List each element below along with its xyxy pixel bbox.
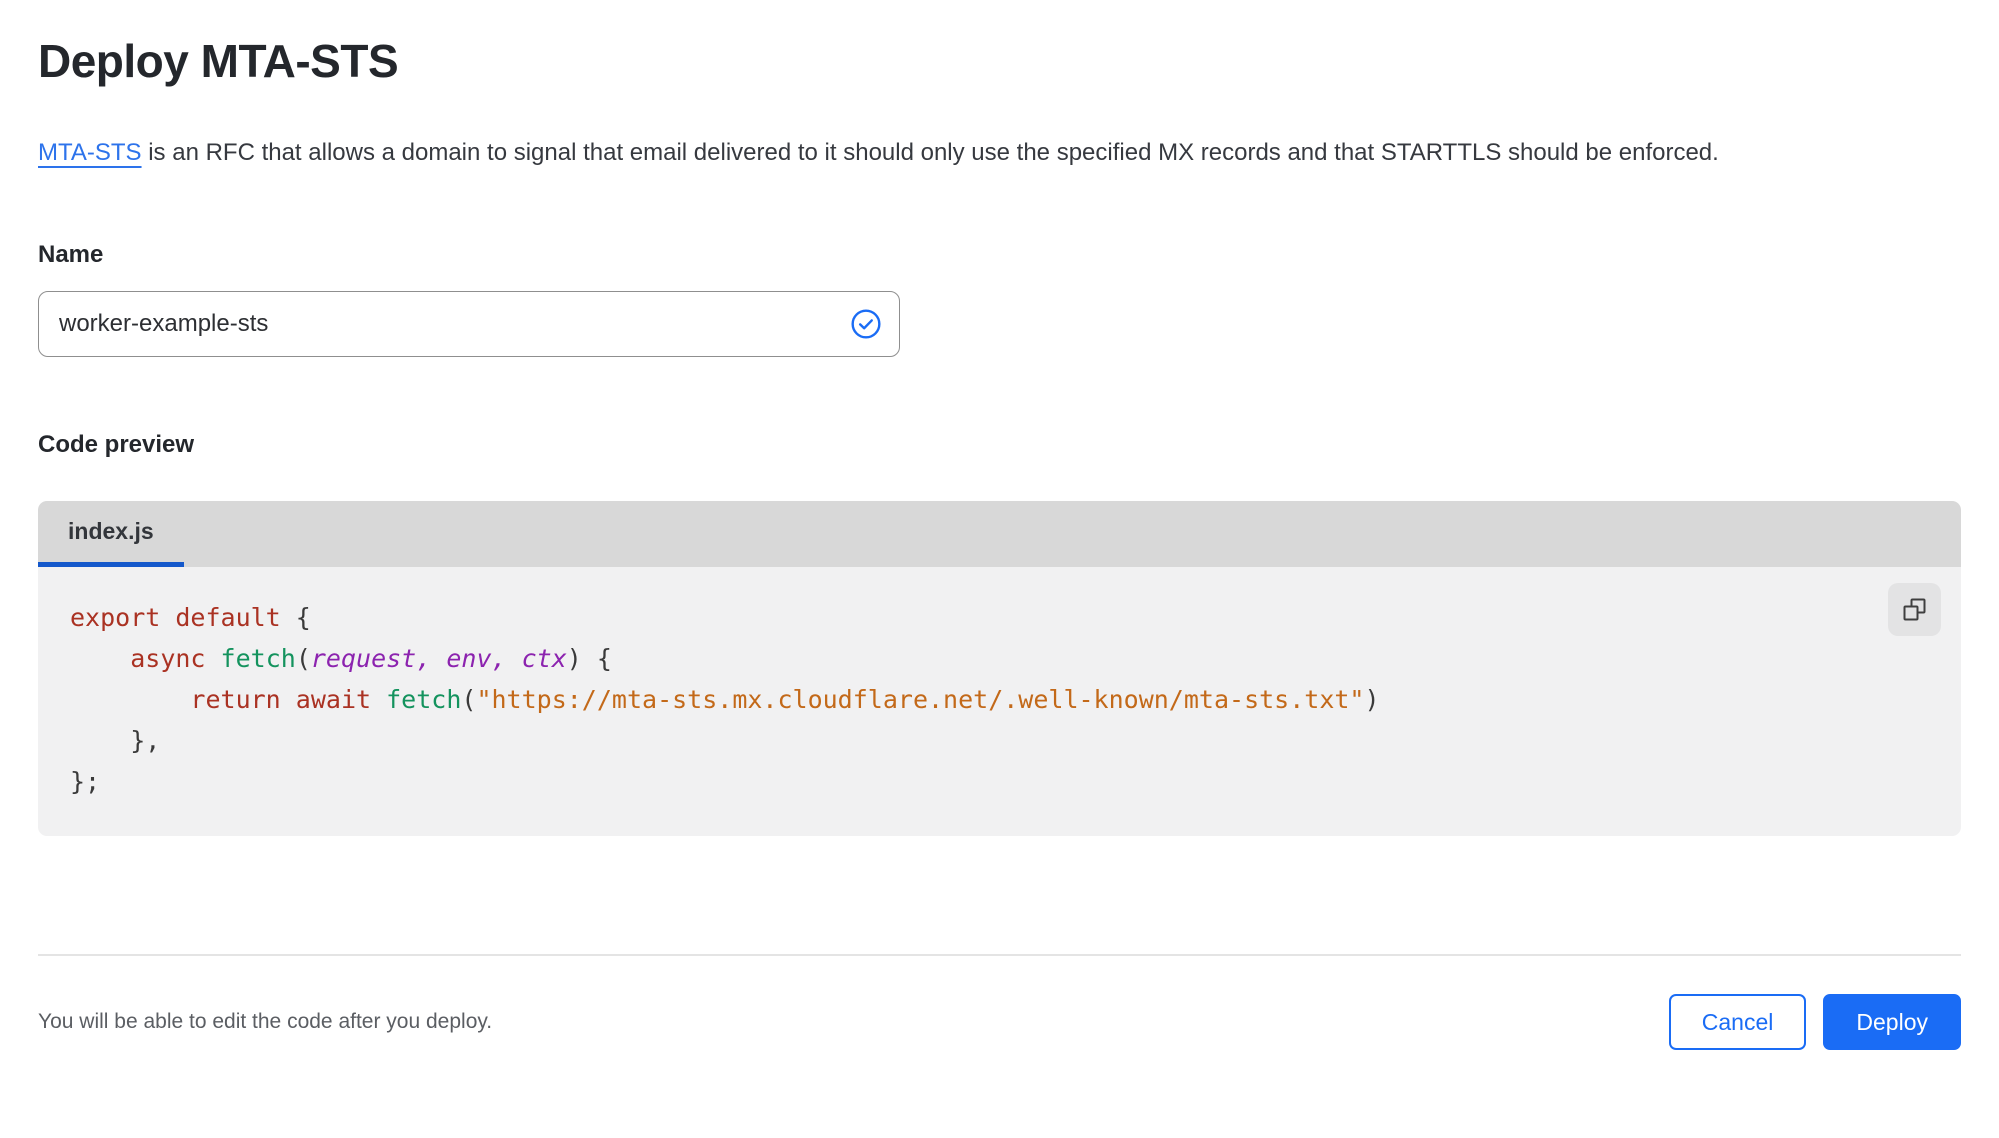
code-lines: export default { async fetch(request, en…: [70, 597, 1881, 802]
name-input-wrap: [38, 291, 900, 357]
code-tab-bar: index.js: [38, 501, 1961, 567]
code-preview-block: index.js export default { async fetch(re…: [38, 501, 1961, 836]
footer: You will be able to edit the code after …: [38, 956, 1961, 1050]
copy-button[interactable]: [1888, 583, 1941, 636]
code-line: return await fetch("https://mta-sts.mx.c…: [190, 685, 1380, 714]
code-preview-label: Code preview: [38, 431, 195, 458]
copy-icon: [1901, 596, 1928, 623]
mta-sts-link[interactable]: MTA-STS: [38, 139, 142, 166]
code-line: };: [70, 767, 101, 796]
description: MTA-STS is an RFC that allows a domain t…: [38, 130, 1943, 175]
name-label: Name: [38, 241, 104, 268]
deploy-button[interactable]: Deploy: [1823, 994, 1961, 1050]
name-input[interactable]: [38, 291, 900, 357]
code-area: export default { async fetch(request, en…: [38, 567, 1961, 836]
tab-index-js[interactable]: index.js: [38, 501, 184, 567]
description-text: is an RFC that allows a domain to signal…: [141, 139, 1719, 166]
cancel-button[interactable]: Cancel: [1668, 994, 1807, 1050]
footer-note: You will be able to edit the code after …: [38, 1010, 493, 1033]
check-circle-icon: [850, 308, 882, 340]
code-line: async fetch(request, env, ctx) {: [130, 644, 612, 673]
footer-actions: Cancel Deploy: [1668, 994, 1961, 1050]
code-line: export default {: [70, 603, 311, 632]
deploy-mta-sts-page: Deploy MTA-STS MTA-STS is an RFC that al…: [0, 0, 1999, 1138]
page-title: Deploy MTA-STS: [38, 35, 399, 87]
code-line: },: [70, 726, 161, 755]
